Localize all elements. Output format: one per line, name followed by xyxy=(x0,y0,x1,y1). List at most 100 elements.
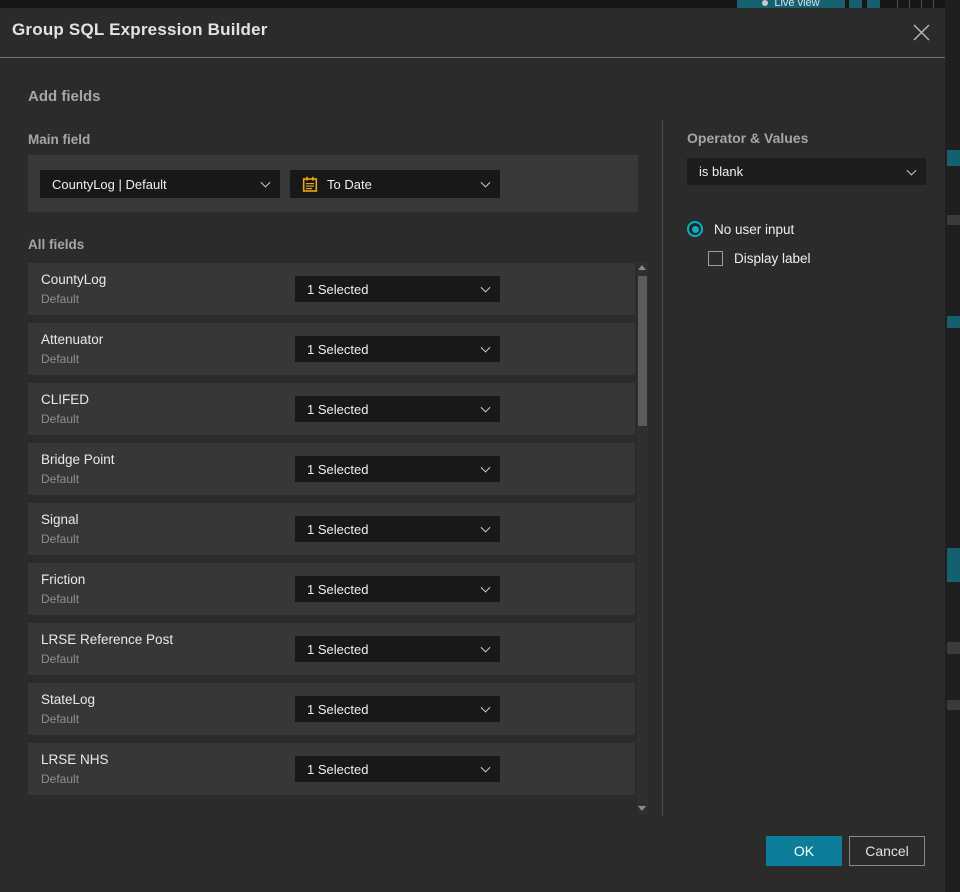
no-user-input-radio-row[interactable]: No user input xyxy=(687,221,794,237)
background-fragment xyxy=(947,642,960,654)
chevron-down-icon xyxy=(480,177,491,188)
field-row-selection-value: 1 Selected xyxy=(307,401,369,417)
scroll-down-arrow-icon[interactable] xyxy=(638,806,646,811)
field-row: StateLog Default 1 Selected xyxy=(28,683,635,735)
field-row-selection-value: 1 Selected xyxy=(307,461,369,477)
live-view-dot-icon xyxy=(762,0,769,6)
main-field-dropdown-value: CountyLog | Default xyxy=(52,176,167,192)
field-row-subtitle: Default xyxy=(41,292,80,306)
background-app-right-edge xyxy=(945,0,960,892)
field-row-selection-dropdown[interactable]: 1 Selected xyxy=(295,576,500,602)
chevron-down-icon xyxy=(906,165,917,176)
live-view-button: Live view xyxy=(737,0,845,8)
chevron-down-icon xyxy=(480,762,491,773)
main-field-label: Main field xyxy=(28,132,91,147)
no-user-input-label: No user input xyxy=(714,221,795,237)
field-row-selection-value: 1 Selected xyxy=(307,701,369,717)
field-row-selection-dropdown[interactable]: 1 Selected xyxy=(295,336,500,362)
chevron-down-icon xyxy=(480,582,491,593)
field-row-name: CLIFED xyxy=(41,392,90,407)
chevron-down-icon xyxy=(480,642,491,653)
field-row-subtitle: Default xyxy=(41,712,80,726)
field-row: CLIFED Default 1 Selected xyxy=(28,383,635,435)
field-row-name: LRSE NHS xyxy=(41,752,109,767)
background-fragment xyxy=(947,548,960,582)
operator-values-heading: Operator & Values xyxy=(687,130,809,146)
checkbox-icon[interactable] xyxy=(708,251,723,266)
chevron-down-icon xyxy=(480,462,491,473)
main-field-dropdown[interactable]: CountyLog | Default xyxy=(40,170,280,198)
field-row-name: CountyLog xyxy=(41,272,107,287)
display-label-checkbox-row[interactable]: Display label xyxy=(708,251,811,266)
field-row-subtitle: Default xyxy=(41,652,80,666)
field-row: Bridge Point Default 1 Selected xyxy=(28,443,635,495)
field-row-selection-value: 1 Selected xyxy=(307,341,369,357)
background-app-topbar: Live view xyxy=(0,0,960,8)
field-row-name: Bridge Point xyxy=(41,452,115,467)
field-row-selection-value: 1 Selected xyxy=(307,641,369,657)
date-type-dropdown[interactable]: To Date xyxy=(290,170,500,198)
background-toolbar-button xyxy=(897,0,910,8)
field-row-name: Friction xyxy=(41,572,86,587)
group-sql-expression-builder-dialog: Group SQL Expression Builder Add fields … xyxy=(0,8,945,892)
background-toolbar-button xyxy=(849,0,862,8)
field-row: Attenuator Default 1 Selected xyxy=(28,323,635,375)
field-row-subtitle: Default xyxy=(41,352,80,366)
background-toolbar-button xyxy=(867,0,880,8)
field-row-name: Attenuator xyxy=(41,332,104,347)
display-label-text: Display label xyxy=(734,251,811,266)
field-row-selection-value: 1 Selected xyxy=(307,521,369,537)
titlebar-divider xyxy=(0,57,945,58)
field-row: Signal Default 1 Selected xyxy=(28,503,635,555)
background-fragment xyxy=(947,150,960,166)
field-row-selection-dropdown[interactable]: 1 Selected xyxy=(295,396,500,422)
field-row: LRSE Reference Post Default 1 Selected xyxy=(28,623,635,675)
close-icon xyxy=(913,24,929,40)
field-row-subtitle: Default xyxy=(41,412,80,426)
field-row-selection-dropdown[interactable]: 1 Selected xyxy=(295,276,500,302)
dialog-title: Group SQL Expression Builder xyxy=(12,20,268,39)
field-row-subtitle: Default xyxy=(41,472,80,486)
panel-divider xyxy=(662,120,663,816)
field-row-selection-dropdown[interactable]: 1 Selected xyxy=(295,516,500,542)
field-row-selection-value: 1 Selected xyxy=(307,281,369,297)
cancel-button[interactable]: Cancel xyxy=(849,836,925,866)
field-row: CountyLog Default 1 Selected xyxy=(28,263,635,315)
field-row-selection-value: 1 Selected xyxy=(307,581,369,597)
chevron-down-icon xyxy=(260,177,271,188)
ok-button[interactable]: OK xyxy=(766,836,842,866)
operator-dropdown[interactable]: is blank xyxy=(687,158,926,185)
field-row-subtitle: Default xyxy=(41,772,80,786)
list-scrollbar[interactable] xyxy=(637,262,648,814)
close-button[interactable] xyxy=(909,20,933,44)
scrollbar-thumb[interactable] xyxy=(638,276,647,426)
field-row-selection-value: 1 Selected xyxy=(307,761,369,777)
background-fragment xyxy=(947,215,960,225)
field-row-name: StateLog xyxy=(41,692,96,707)
operator-dropdown-value: is blank xyxy=(699,164,744,179)
scroll-up-arrow-icon[interactable] xyxy=(638,265,646,270)
all-fields-list: CountyLog Default 1 Selected Attenuator … xyxy=(28,263,635,803)
radio-button-icon[interactable] xyxy=(687,221,703,237)
chevron-down-icon xyxy=(480,702,491,713)
chevron-down-icon xyxy=(480,522,491,533)
field-row-name: Signal xyxy=(41,512,79,527)
main-field-container: CountyLog | Default To Date xyxy=(28,155,638,212)
field-row-selection-dropdown[interactable]: 1 Selected xyxy=(295,636,500,662)
field-row-selection-dropdown[interactable]: 1 Selected xyxy=(295,456,500,482)
background-toolbar-button xyxy=(921,0,934,8)
field-row-subtitle: Default xyxy=(41,532,80,546)
field-row-selection-dropdown[interactable]: 1 Selected xyxy=(295,696,500,722)
chevron-down-icon xyxy=(480,282,491,293)
field-row: LRSE NHS Default 1 Selected xyxy=(28,743,635,795)
background-fragment xyxy=(947,316,960,328)
chevron-down-icon xyxy=(480,342,491,353)
all-fields-label: All fields xyxy=(28,237,85,252)
field-row-selection-dropdown[interactable]: 1 Selected xyxy=(295,756,500,782)
live-view-label: Live view xyxy=(774,0,820,8)
field-row: Friction Default 1 Selected xyxy=(28,563,635,615)
background-fragment xyxy=(947,700,960,710)
field-row-name: LRSE Reference Post xyxy=(41,632,174,647)
date-type-dropdown-value: To Date xyxy=(327,176,372,192)
calendar-icon xyxy=(302,176,318,193)
